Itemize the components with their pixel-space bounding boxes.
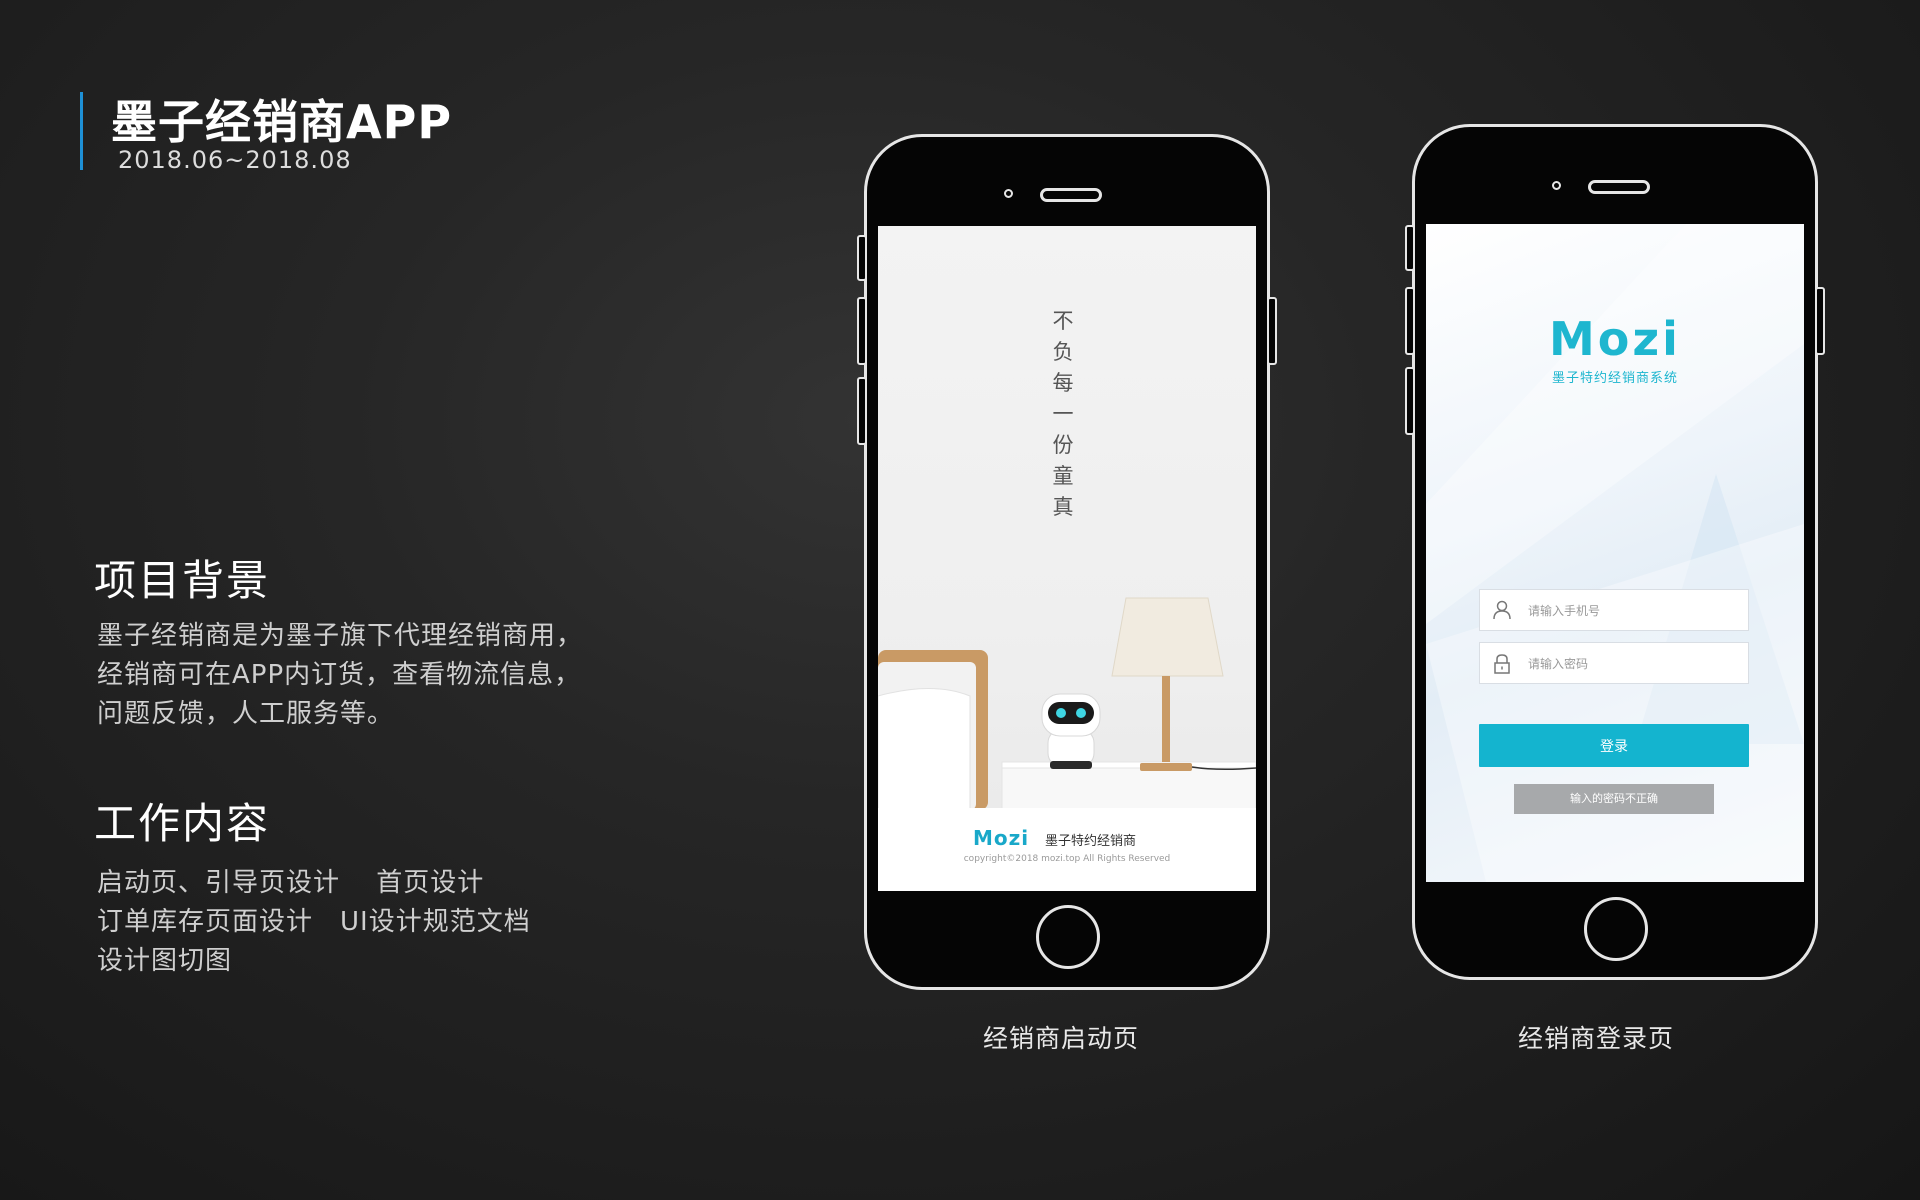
background-heading: 项目背景 [94, 556, 271, 605]
login-screen: Mozi 墨子特约经销商系统 登录 输入的密码不正确 [1426, 224, 1804, 882]
work-text: 启动页、引导页设计 首页设计 订单库存页面设计 UI设计规范文档 设计图切图 [97, 864, 531, 981]
background-line: 经销商可在APP内订货，查看物流信息， [97, 660, 582, 690]
background-line: 墨子经销商是为墨子旗下代理经销商用， [97, 621, 584, 651]
splash-screen: 不 负 每 一 份 童 真 Mozi 墨子特约经销商 copyright©201… [878, 226, 1256, 891]
power-button [1267, 297, 1277, 365]
background-text: 墨子经销商是为墨子旗下代理经销商用， 经销商可在APP内订货，查看物流信息， 问… [97, 617, 583, 734]
earpiece-speaker [1040, 188, 1102, 202]
splash-footer: Mozi 墨子特约经销商 copyright©2018 mozi.top All… [878, 808, 1256, 891]
front-camera [1004, 189, 1013, 198]
background-line: 问题反馈，人工服务等。 [97, 699, 395, 729]
mozi-logo: Mozi [1549, 312, 1681, 366]
volume-up-button [857, 297, 867, 365]
copyright-text: copyright©2018 mozi.top All Rights Reser… [963, 854, 1171, 864]
earpiece-speaker [1588, 180, 1650, 194]
volume-up-button [1405, 287, 1415, 355]
work-line: 设计图切图 [97, 946, 233, 976]
splash-photo-illustration [878, 597, 1256, 811]
work-heading: 工作内容 [94, 799, 271, 848]
title-accent-bar [80, 92, 83, 170]
splash-phone-mockup: 不 负 每 一 份 童 真 Mozi 墨子特约经销商 copyright©201… [857, 134, 1277, 990]
user-icon [1493, 600, 1511, 620]
volume-down-button [857, 377, 867, 445]
brand-subtitle: 墨子特约经销商 [1045, 834, 1137, 849]
login-phone-mockup: Mozi 墨子特约经销商系统 登录 输入的密码不正确 [1405, 124, 1825, 980]
login-button[interactable]: 登录 [1479, 724, 1749, 767]
phone-input[interactable] [1526, 590, 1740, 632]
work-line: 启动页、引导页设计 首页设计 [97, 868, 485, 898]
splash-caption: 经销商启动页 [982, 1024, 1139, 1053]
page-title: 墨子经销商APP [111, 95, 453, 149]
phone-field[interactable] [1479, 589, 1749, 632]
work-line: 订单库存页面设计 UI设计规范文档 [97, 907, 531, 937]
login-caption: 经销商登录页 [1517, 1024, 1674, 1053]
mute-switch [1405, 225, 1415, 271]
home-button [1584, 897, 1648, 961]
date-range: 2018.06~2018.08 [118, 146, 352, 174]
volume-down-button [1405, 367, 1415, 435]
lock-icon [1494, 654, 1510, 674]
password-input[interactable] [1526, 643, 1740, 685]
front-camera [1552, 181, 1561, 190]
system-subtitle: 墨子特约经销商系统 [1551, 371, 1678, 386]
home-button [1036, 905, 1100, 969]
error-toast: 输入的密码不正确 [1514, 784, 1714, 814]
mute-switch [857, 235, 867, 281]
password-field[interactable] [1479, 642, 1749, 685]
mozi-logo-small: Mozi [973, 826, 1030, 850]
power-button [1815, 287, 1825, 355]
